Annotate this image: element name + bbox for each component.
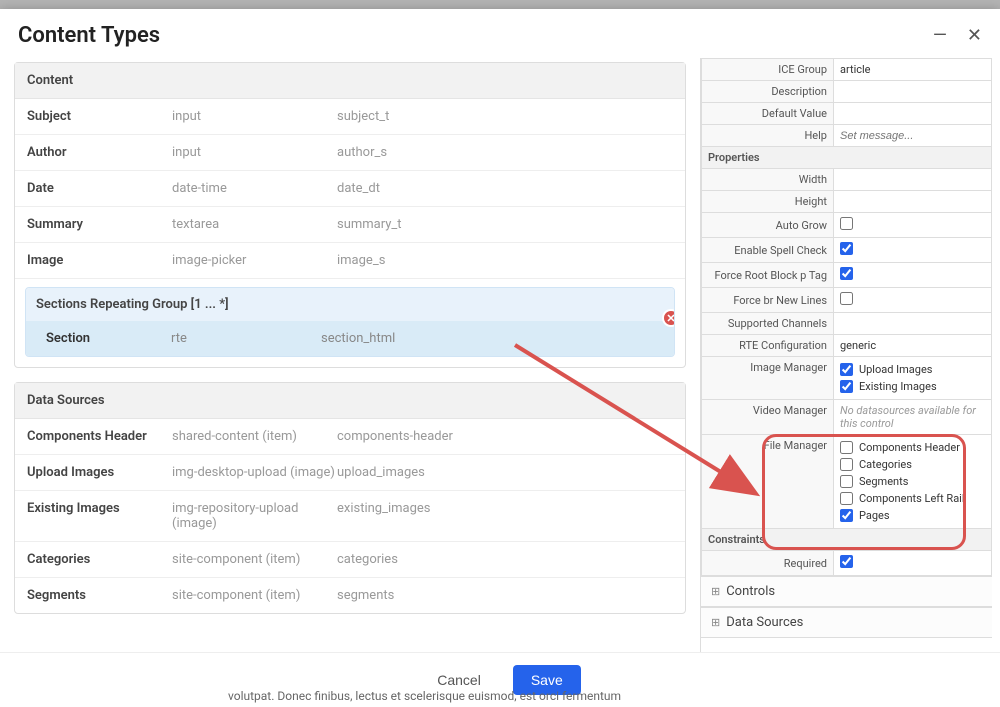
required-checkbox[interactable] <box>840 555 853 568</box>
content-panel: Content Subject input subject_t Author i… <box>14 62 686 368</box>
expand-icon: ⊞ <box>711 616 720 629</box>
fm-pages-checkbox[interactable] <box>840 509 853 522</box>
img-existing-checkbox[interactable] <box>840 380 853 393</box>
datasource-row[interactable]: Categories site-component (item) categor… <box>15 542 685 578</box>
properties-header: Properties <box>702 147 992 169</box>
datasource-row[interactable]: Existing Images img-repository-upload (i… <box>15 491 685 542</box>
modal-title: Content Types <box>18 23 160 48</box>
force-br-checkbox[interactable] <box>840 292 853 305</box>
data-sources-panel: Data Sources Components Header shared-co… <box>14 382 686 614</box>
img-upload-checkbox[interactable] <box>840 363 853 376</box>
datasource-row[interactable]: Segments site-component (item) segments <box>15 578 685 613</box>
constraints-header: Constraints <box>702 529 992 551</box>
datasource-row[interactable]: Upload Images img-desktop-upload (image)… <box>15 455 685 491</box>
fm-left-rail-checkbox[interactable] <box>840 492 853 505</box>
repeating-group-row[interactable]: Section rte section_html ✕ <box>26 321 674 356</box>
expand-icon: ⊞ <box>711 585 720 598</box>
field-row[interactable]: Subject input subject_t <box>15 99 685 135</box>
field-row[interactable]: Author input author_s <box>15 135 685 171</box>
fm-segments-checkbox[interactable] <box>840 475 853 488</box>
properties-panel: ICE Grouparticle Description Default Val… <box>700 58 992 652</box>
field-row[interactable]: Date date-time date_dt <box>15 171 685 207</box>
repeating-group-title: Sections Repeating Group [1 ... *] <box>26 288 674 321</box>
repeating-group: Sections Repeating Group [1 ... *] Secti… <box>25 287 675 357</box>
auto-grow-checkbox[interactable] <box>840 217 853 230</box>
modal-header: Content Types — ✕ <box>0 9 1000 58</box>
content-types-modal: Content Types — ✕ Content Subject input … <box>0 9 1000 707</box>
datasources-section[interactable]: ⊞Data Sources <box>701 607 992 638</box>
help-input[interactable] <box>840 130 985 142</box>
field-row[interactable]: Summary textarea summary_t <box>15 207 685 243</box>
controls-section[interactable]: ⊞Controls <box>701 576 992 607</box>
fm-components-header-checkbox[interactable] <box>840 441 853 454</box>
fm-categories-checkbox[interactable] <box>840 458 853 471</box>
datasource-row[interactable]: Components Header shared-content (item) … <box>15 419 685 455</box>
field-row[interactable]: Image image-picker image_s <box>15 243 685 279</box>
content-panel-title: Content <box>15 63 685 99</box>
minimize-icon[interactable]: — <box>933 25 947 46</box>
close-icon[interactable]: ✕ <box>967 25 982 46</box>
delete-icon[interactable]: ✕ <box>662 309 675 327</box>
background-text: volutpat. Donec finibus, lectus et scele… <box>228 689 621 703</box>
left-column: Content Subject input subject_t Author i… <box>0 58 700 652</box>
data-sources-title: Data Sources <box>15 383 685 419</box>
spell-check-checkbox[interactable] <box>840 242 853 255</box>
force-root-block-checkbox[interactable] <box>840 267 853 280</box>
